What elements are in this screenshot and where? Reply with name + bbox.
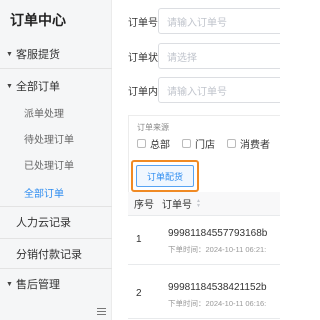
row-seq: 2 bbox=[136, 288, 142, 299]
source-option-hq[interactable]: 总部 bbox=[137, 136, 170, 151]
sidebar-group-label: 客服提货 bbox=[16, 49, 60, 61]
sidebar-group-label: 全部订单 bbox=[16, 81, 60, 93]
dispatch-button[interactable]: 订单配货 bbox=[136, 165, 194, 187]
source-option-label: 门店 bbox=[195, 140, 215, 151]
caret-down-icon: ▼ bbox=[6, 280, 13, 288]
sidebar-item-processed[interactable]: 已处理订单 bbox=[0, 152, 112, 176]
sidebar-group-customer-pickup[interactable]: ▼ 客服提货 bbox=[0, 42, 112, 66]
main-content: 订单号 请输入订单号 订单状态 请选择 订单内容 请输入订单号 订单来源 总部 … bbox=[112, 0, 280, 320]
table-header: 序号 订单号 ▲ ▼ bbox=[128, 192, 280, 216]
source-option-store[interactable]: 门店 bbox=[182, 136, 215, 151]
sidebar-group-after-sales[interactable]: ▼ 售后管理 bbox=[0, 272, 112, 296]
column-header-seq: 序号 bbox=[134, 200, 154, 211]
row-seq: 1 bbox=[136, 234, 142, 245]
sidebar-item-all-orders[interactable]: 全部订单 bbox=[0, 180, 112, 204]
sidebar-item-hr-cloud[interactable]: 人力云记录 bbox=[0, 210, 112, 234]
sidebar-item-pending[interactable]: 待处理订单 bbox=[0, 126, 112, 150]
order-status-select[interactable]: 请选择 bbox=[158, 43, 280, 69]
sidebar-item-distribution-payment[interactable]: 分销付款记录 bbox=[0, 242, 112, 266]
sidebar-divider bbox=[0, 238, 112, 239]
caret-down-icon: ▼ bbox=[6, 50, 13, 58]
sidebar-group-label: 售后管理 bbox=[16, 279, 60, 291]
sidebar-group-all-orders[interactable]: ▼ 全部订单 bbox=[0, 74, 112, 98]
source-option-consumer[interactable]: 消费者 bbox=[227, 136, 270, 151]
order-no-input[interactable]: 请输入订单号 bbox=[158, 8, 280, 34]
row-order-time: 下单时间：2024-10-11 06:21: bbox=[168, 245, 267, 254]
sidebar: 订单中心 ▼ 客服提货 ▼ 全部订单 派单处理 待处理订单 已处理订单 全部订单… bbox=[0, 0, 112, 320]
column-header-label: 订单号 bbox=[162, 200, 192, 211]
order-content-input[interactable]: 请输入订单号 bbox=[158, 77, 280, 103]
column-header-order-no[interactable]: 订单号 ▲ ▼ bbox=[162, 196, 201, 211]
menu-icon[interactable] bbox=[93, 304, 109, 318]
sidebar-divider bbox=[0, 68, 112, 69]
row-order-time: 下单时间：2024-10-11 06:16: bbox=[168, 299, 267, 308]
checkbox[interactable] bbox=[137, 139, 146, 148]
source-option-label: 消费者 bbox=[240, 140, 270, 151]
sidebar-divider bbox=[0, 206, 112, 207]
dispatch-button-highlight: 订单配货 bbox=[131, 160, 199, 192]
sidebar-divider bbox=[0, 268, 112, 269]
source-option-label: 总部 bbox=[150, 140, 170, 151]
order-source-options: 总部 门店 消费者 bbox=[137, 136, 280, 151]
sidebar-item-dispatch[interactable]: 派单处理 bbox=[0, 100, 112, 124]
table-row[interactable]: 2 99981184538421152b 下单时间：2024-10-11 06:… bbox=[128, 271, 280, 319]
table-row[interactable]: 1 99981184557793168b 下单时间：2024-10-11 06:… bbox=[128, 217, 280, 265]
row-order-no: 99981184538421152b bbox=[168, 282, 267, 293]
caret-down-icon: ▼ bbox=[6, 82, 13, 90]
order-source-title: 订单来源 bbox=[137, 123, 169, 132]
sidebar-title: 订单中心 bbox=[10, 12, 66, 28]
checkbox[interactable] bbox=[182, 139, 191, 148]
row-order-no: 99981184557793168b bbox=[168, 228, 268, 239]
sort-icon[interactable]: ▲ ▼ bbox=[196, 198, 201, 209]
checkbox[interactable] bbox=[227, 139, 236, 148]
